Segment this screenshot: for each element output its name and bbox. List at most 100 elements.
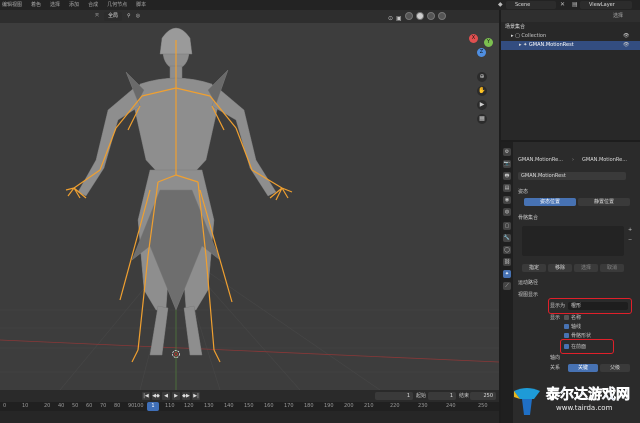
start-label: 起始 xyxy=(416,393,427,399)
collection-row[interactable]: ▸ ▢ Collection 👁 xyxy=(501,32,640,41)
menu-item[interactable]: 选择 xyxy=(50,0,60,10)
frame-ruler[interactable]: 0 10 20 40 50 60 70 80 90 100 1 110 120 … xyxy=(0,402,499,411)
jump-end-icon[interactable]: ▶| xyxy=(192,392,200,400)
relation-parent-button[interactable]: 父级 xyxy=(600,364,630,372)
view-layer-tab-icon[interactable]: ▤ xyxy=(503,184,511,192)
output-tab-icon[interactable]: 🖶 xyxy=(503,172,511,180)
section-motion-paths-header[interactable]: 运动路径 xyxy=(518,279,538,287)
end-frame-field[interactable]: 250 xyxy=(470,392,496,400)
jump-start-icon[interactable]: |◀ xyxy=(142,392,150,400)
eye-icon[interactable]: 👁 xyxy=(623,41,629,50)
breadcrumb-data[interactable]: GMAN.MotionRe... xyxy=(582,156,627,164)
section-bone-collections-header[interactable]: 骨骼集合 xyxy=(518,214,538,222)
menu-item[interactable]: 着色 xyxy=(31,0,41,10)
names-option-label: 名称 xyxy=(571,315,582,321)
3d-viewport[interactable]: ⤧ 全局 ⚲ ◎ ⊙ ▣ X Y Z ⊕ ✋ ▶ ▦ xyxy=(0,10,499,390)
pan-icon[interactable]: ✋ xyxy=(477,86,487,96)
scene-icon: ◆ xyxy=(498,1,503,8)
armature-name-field[interactable]: GMAN.MotionRest xyxy=(518,172,626,180)
pose-position-button[interactable]: 姿态位置 xyxy=(524,198,576,206)
ruler-tick: 210 xyxy=(364,403,374,409)
rest-position-button[interactable]: 静置位置 xyxy=(578,198,630,206)
ruler-tick: 110 xyxy=(165,403,175,409)
physics-tab-icon[interactable]: ◯ xyxy=(503,246,511,254)
playback-controls: |◀ ◀◆ ◀ ▶ ◆▶ ▶| xyxy=(142,392,200,400)
select-button[interactable]: 选择 xyxy=(574,264,598,272)
ruler-tick: 190 xyxy=(324,403,334,409)
gizmo-x-axis[interactable]: X xyxy=(469,34,478,43)
assign-button[interactable]: 指定 xyxy=(522,264,546,272)
outliner-filter[interactable]: 选择 xyxy=(613,12,623,20)
tool-tab-icon[interactable]: ⚙ xyxy=(503,148,511,156)
prev-keyframe-icon[interactable]: ◀◆ xyxy=(152,392,160,400)
transform-orientation-select[interactable]: 全局 xyxy=(104,12,123,21)
deselect-button[interactable]: 取消 xyxy=(600,264,624,272)
solid-shading-icon[interactable] xyxy=(415,12,424,20)
snap-icon[interactable]: ⚲ xyxy=(127,10,131,23)
bone-tab-icon[interactable]: ⟋ xyxy=(503,282,511,290)
timeline[interactable]: |◀ ◀◆ ◀ ▶ ◆▶ ▶| 1 起始 1 结束 250 0 10 20 40… xyxy=(0,390,499,423)
remove-button[interactable]: 移除 xyxy=(548,264,572,272)
relation-rest-button[interactable]: 关键 xyxy=(568,364,598,372)
material-shading-icon[interactable] xyxy=(426,12,435,20)
orientation-icon[interactable]: ⤧ xyxy=(95,10,99,23)
navigation-gizmo[interactable]: X Y Z ⊕ ✋ ▶ ▦ xyxy=(469,34,495,130)
play-icon[interactable]: ▶ xyxy=(172,392,180,400)
eye-icon[interactable]: 👁 xyxy=(623,32,629,41)
menu-item[interactable]: 编辑视图 xyxy=(2,0,22,10)
scene-collection-row[interactable]: 场景集合 xyxy=(501,23,640,32)
proportional-icon[interactable]: ◎ xyxy=(136,10,140,23)
breadcrumb-object[interactable]: GMAN.MotionRe... xyxy=(518,156,563,164)
viewport-scene xyxy=(0,27,499,390)
gizmo-y-axis[interactable]: Y xyxy=(484,38,493,47)
section-pose-header[interactable]: 姿态 xyxy=(518,188,528,196)
workspace-menu: 编辑视图 着色 选择 添加 合成 几何节点 脚本 xyxy=(2,0,146,10)
menu-item[interactable]: 脚本 xyxy=(136,0,146,10)
watermark-logo xyxy=(514,388,540,415)
next-keyframe-icon[interactable]: ◆▶ xyxy=(182,392,190,400)
world-tab-icon[interactable]: ◍ xyxy=(503,208,511,216)
menu-item[interactable]: 合成 xyxy=(88,0,98,10)
ruler-tick: 240 xyxy=(446,403,456,409)
current-frame-field[interactable]: 1 xyxy=(375,392,413,400)
camera-icon[interactable]: ▶ xyxy=(477,100,487,110)
section-viewport-display-header[interactable]: 视图显示 xyxy=(518,291,538,299)
gizmo-z-axis[interactable]: Z xyxy=(477,48,486,57)
close-icon[interactable]: ✕ xyxy=(560,1,565,9)
start-frame-field[interactable]: 1 xyxy=(428,392,456,400)
rendered-shading-icon[interactable] xyxy=(437,12,446,20)
ruler-tick: 140 xyxy=(224,403,234,409)
bone-collections-list[interactable] xyxy=(522,226,624,256)
collection-icon: ▸ ▢ xyxy=(511,33,522,39)
view-layer-icon: ▤ xyxy=(572,1,578,8)
object-tab-icon[interactable]: ▢ xyxy=(503,222,511,230)
menu-item[interactable]: 添加 xyxy=(69,0,79,10)
menu-item[interactable]: 几何节点 xyxy=(107,0,127,10)
armature-row[interactable]: ▸ ✦ GMAN.MotionRest 👁 xyxy=(501,41,640,50)
ruler-tick: 0 xyxy=(3,403,7,409)
scene-selector[interactable]: Scene xyxy=(506,1,556,9)
play-reverse-icon[interactable]: ◀ xyxy=(162,392,170,400)
armature-data-tab-icon[interactable]: ✦ xyxy=(503,270,511,278)
zoom-icon[interactable]: ⊕ xyxy=(477,72,487,82)
chevron-right-icon: › xyxy=(572,157,574,163)
axes-option[interactable]: 轴线 xyxy=(564,323,581,331)
overlay-icon[interactable]: ⊙ xyxy=(388,12,393,25)
render-tab-icon[interactable]: 📷 xyxy=(503,160,511,168)
add-icon[interactable]: + xyxy=(628,226,632,234)
grid-icon[interactable]: ▦ xyxy=(477,114,487,124)
scene-tab-icon[interactable]: ◉ xyxy=(503,196,511,204)
outliner[interactable]: 选择 场景集合 ▸ ▢ Collection 👁 ▸ ✦ GMAN.Motion… xyxy=(501,10,640,140)
view-layer-selector[interactable]: ViewLayer xyxy=(580,1,632,9)
ruler-tick: 10 xyxy=(22,403,29,409)
wireframe-shading-icon[interactable] xyxy=(404,12,413,20)
modifier-tab-icon[interactable]: 🔧 xyxy=(503,234,511,242)
playhead[interactable]: 1 xyxy=(147,402,159,411)
remove-icon[interactable]: − xyxy=(628,236,632,244)
highlight-box-display-as xyxy=(548,298,632,314)
ruler-tick: 40 xyxy=(58,403,65,409)
xray-icon[interactable]: ▣ xyxy=(396,12,402,25)
ruler-tick: 170 xyxy=(284,403,294,409)
constraint-tab-icon[interactable]: ⛓ xyxy=(503,258,511,266)
names-option[interactable]: 名称 xyxy=(564,314,581,322)
